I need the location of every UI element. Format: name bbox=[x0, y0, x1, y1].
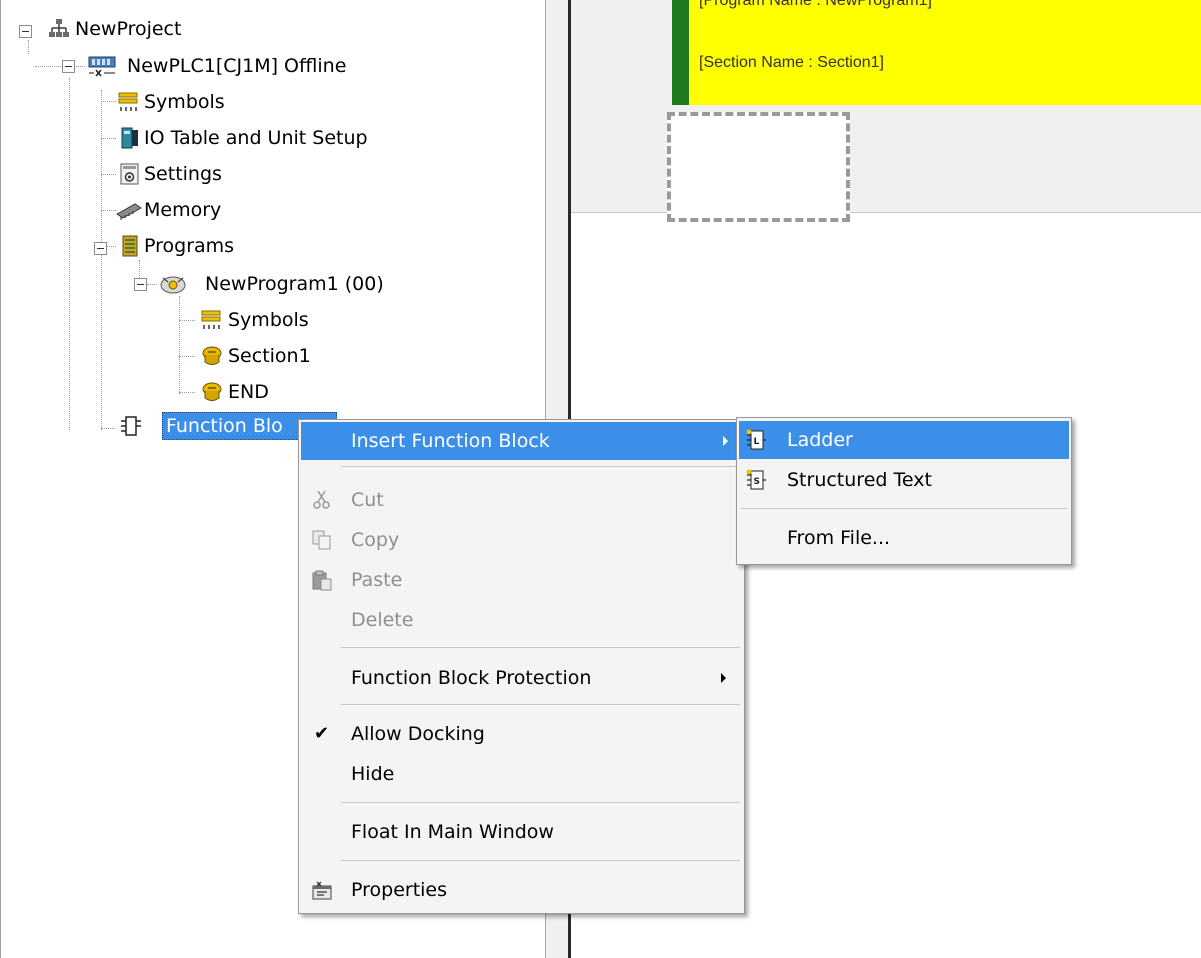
insert-function-block-submenu: L Ladder S Structured Text From File... bbox=[736, 417, 1072, 565]
tree-item-program[interactable]: NewProgram1 (00) bbox=[1, 269, 421, 299]
menu-item-function-block-protection[interactable]: Function Block Protection bbox=[301, 659, 742, 697]
menu-label: Properties bbox=[351, 879, 448, 901]
tree-item-programs[interactable]: Programs bbox=[1, 231, 301, 261]
ladder-cursor[interactable] bbox=[667, 112, 850, 222]
menu-item-delete[interactable]: Delete bbox=[301, 601, 742, 639]
menu-separator bbox=[341, 704, 740, 705]
menu-label: Allow Docking bbox=[351, 723, 485, 745]
section-icon bbox=[202, 346, 222, 365]
menu-item-hide[interactable]: Hide bbox=[301, 755, 742, 793]
menu-item-paste[interactable]: Paste bbox=[301, 561, 742, 599]
programs-icon bbox=[122, 235, 138, 257]
menu-label: Copy bbox=[351, 529, 400, 551]
copy-icon bbox=[312, 530, 331, 550]
checkmark-icon: ✔ bbox=[314, 723, 330, 744]
tree-label: Function Blo bbox=[166, 415, 283, 437]
submenu-arrow-icon bbox=[723, 436, 728, 446]
menu-label: Function Block Protection bbox=[351, 667, 592, 689]
menu-separator bbox=[341, 860, 740, 861]
ladder-fb-icon: L bbox=[746, 429, 766, 450]
tree-label: IO Table and Unit Setup bbox=[144, 127, 368, 149]
tree-item-function-blocks[interactable]: Function Blo bbox=[1, 411, 341, 441]
submenu-arrow-icon bbox=[721, 673, 726, 683]
tree-item-program-symbols[interactable]: Symbols bbox=[1, 305, 361, 335]
menu-label: Hide bbox=[351, 763, 395, 785]
properties-icon bbox=[312, 881, 332, 900]
menu-separator bbox=[341, 647, 740, 648]
symbols-icon bbox=[201, 310, 221, 329]
menu-separator bbox=[741, 508, 1067, 509]
tree-item-plc[interactable]: NewPLC1[CJ1M] Offline bbox=[1, 51, 401, 81]
menu-separator bbox=[341, 466, 740, 467]
tree-item-settings[interactable]: Settings bbox=[1, 159, 301, 189]
tree-label: Settings bbox=[144, 163, 222, 185]
svg-text:S: S bbox=[754, 477, 760, 487]
menu-label: Delete bbox=[351, 609, 414, 631]
tree-label: Symbols bbox=[228, 309, 309, 331]
menu-item-allow-docking[interactable]: ✔ Allow Docking bbox=[301, 715, 742, 753]
tree-label: NewProgram1 (00) bbox=[205, 273, 384, 295]
menu-label: From File... bbox=[787, 527, 891, 549]
tree-label: Symbols bbox=[144, 91, 225, 113]
menu-label: Float In Main Window bbox=[351, 821, 554, 843]
section-icon bbox=[202, 382, 222, 401]
section-name-comment: [Section Name : Section1] bbox=[699, 54, 884, 71]
menu-item-ladder[interactable]: L Ladder bbox=[739, 421, 1069, 459]
function-block-icon bbox=[121, 416, 141, 436]
menu-label: Insert Function Block bbox=[351, 430, 550, 452]
tree-label: Section1 bbox=[228, 345, 311, 367]
tree-label: Memory bbox=[144, 199, 222, 221]
menu-item-insert-function-block[interactable]: Insert Function Block bbox=[301, 422, 742, 460]
menu-label: Ladder bbox=[787, 429, 853, 451]
menu-label: Paste bbox=[351, 569, 403, 591]
menu-item-properties[interactable]: Properties bbox=[301, 871, 742, 909]
rung-divider bbox=[571, 212, 1201, 213]
symbols-icon bbox=[118, 92, 138, 111]
menu-item-structured-text[interactable]: S Structured Text bbox=[739, 461, 1069, 499]
scissors-icon bbox=[313, 490, 330, 509]
tree-item-io-table[interactable]: IO Table and Unit Setup bbox=[1, 123, 451, 153]
settings-icon bbox=[120, 163, 139, 185]
structured-text-fb-icon: S bbox=[746, 469, 766, 490]
tree-item-section[interactable]: Section1 bbox=[1, 341, 361, 371]
tree-label: END bbox=[228, 381, 269, 403]
tree-item-project[interactable]: NewProject bbox=[1, 14, 261, 44]
menu-label: Structured Text bbox=[787, 469, 932, 491]
program-name-comment: [Program Name : NewProgram1] bbox=[699, 0, 932, 9]
memory-chip-icon bbox=[116, 203, 142, 220]
tree-label: Programs bbox=[144, 235, 235, 257]
tree-item-symbols[interactable]: Symbols bbox=[1, 87, 301, 117]
tree-item-end[interactable]: END bbox=[1, 377, 361, 407]
context-menu: Insert Function Block Cut Copy Paste Del… bbox=[298, 419, 745, 914]
menu-item-copy[interactable]: Copy bbox=[301, 521, 742, 559]
project-network-icon bbox=[49, 19, 69, 37]
menu-separator bbox=[341, 802, 740, 803]
plc-offline-icon bbox=[88, 56, 116, 77]
menu-item-float-in-main-window[interactable]: Float In Main Window bbox=[301, 813, 742, 851]
menu-item-cut[interactable]: Cut bbox=[301, 481, 742, 519]
paste-icon bbox=[312, 570, 332, 591]
menu-label: Cut bbox=[351, 489, 384, 511]
tree-label: NewProject bbox=[75, 18, 182, 40]
io-table-icon bbox=[121, 127, 138, 149]
menu-item-from-file[interactable]: From File... bbox=[739, 519, 1069, 557]
rung-comment-block[interactable]: [Program Name : NewProgram1] [Section Na… bbox=[672, 0, 1201, 105]
svg-text:L: L bbox=[754, 437, 760, 447]
tree-item-memory[interactable]: Memory bbox=[1, 195, 301, 225]
tree-label: NewPLC1[CJ1M] Offline bbox=[127, 55, 347, 77]
program-task-icon bbox=[160, 276, 186, 294]
